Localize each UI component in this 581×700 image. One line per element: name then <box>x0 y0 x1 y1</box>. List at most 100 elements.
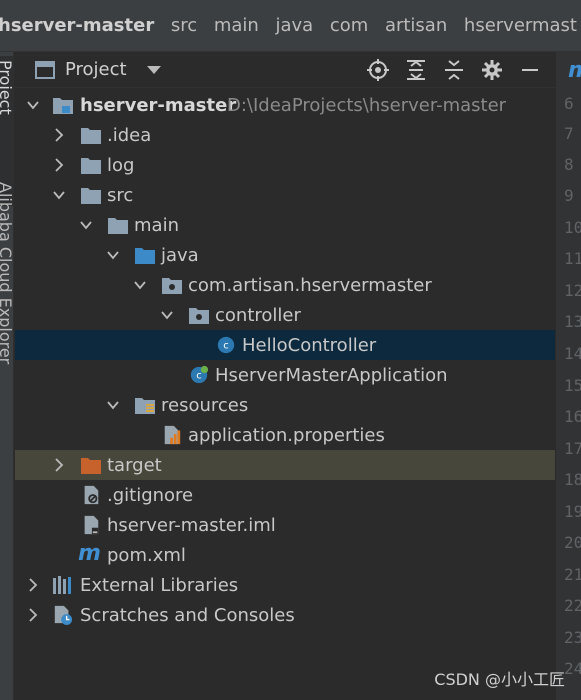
tree-row-main[interactable]: main <box>15 210 555 240</box>
ignore-file-icon <box>84 485 99 505</box>
line-number: 24 <box>564 659 581 678</box>
properties-file-icon <box>164 425 181 445</box>
project-view-selector[interactable]: Project <box>65 59 127 80</box>
tree-label: HelloController <box>242 334 377 356</box>
breadcrumb-item-com[interactable]: com <box>326 15 372 36</box>
folder-icon <box>81 158 101 174</box>
resources-folder-icon <box>135 398 155 414</box>
chevron-down-icon[interactable] <box>161 308 173 322</box>
line-number: 20 <box>564 533 581 552</box>
chevron-down-icon[interactable] <box>107 398 119 412</box>
tree-label: External Libraries <box>80 574 239 596</box>
locate-icon[interactable] <box>365 57 391 83</box>
libraries-icon <box>53 576 71 594</box>
maven-file-tab-icon[interactable]: m <box>568 58 581 83</box>
breadcrumb-label: java <box>275 15 314 36</box>
tree-row-java[interactable]: java <box>15 240 555 270</box>
tree-label: resources <box>161 394 249 416</box>
tree-row-external-libraries[interactable]: External Libraries <box>15 570 555 600</box>
line-number: 10 <box>564 218 581 237</box>
folder-icon <box>108 218 128 234</box>
breadcrumb-item-project[interactable]: hserver-master <box>0 15 158 36</box>
breadcrumb-item-java[interactable]: java <box>271 15 317 36</box>
iml-file-icon <box>84 515 99 535</box>
breadcrumb-label: main <box>213 15 259 36</box>
line-number: 19 <box>564 502 581 521</box>
expand-all-icon[interactable] <box>403 57 429 83</box>
line-number: 6 <box>564 94 574 113</box>
tree-row-controller[interactable]: controller <box>15 300 555 330</box>
tree-row-project-root[interactable]: hserver-master D:\IdeaProjects\hserver-m… <box>15 90 555 120</box>
tree-label: application.properties <box>188 424 385 446</box>
project-window-icon <box>35 60 55 79</box>
tree-row-application-class[interactable]: c HserverMasterApplication <box>15 360 555 390</box>
line-number: 9 <box>564 186 574 205</box>
tree-row-target[interactable]: target <box>15 450 555 480</box>
scratches-icon <box>54 605 73 625</box>
tree-label: controller <box>215 304 301 326</box>
chevron-right-icon[interactable] <box>27 578 39 592</box>
line-number: 23 <box>564 628 581 647</box>
chevron-down-icon[interactable] <box>27 98 39 112</box>
folder-icon <box>81 188 101 204</box>
editor-gutter: m 6 7 8 9 10 11 12 13 14 15 16 17 18 19 … <box>555 52 581 700</box>
tool-window-strip: Project Alibaba Cloud Explorer <box>0 52 14 700</box>
tree-row-log[interactable]: log <box>15 150 555 180</box>
tree-row-idea[interactable]: .idea <box>15 120 555 150</box>
tree-row-src[interactable]: src <box>15 180 555 210</box>
tree-label: .gitignore <box>107 484 194 506</box>
package-icon <box>162 278 182 294</box>
chevron-right-icon <box>453 24 454 27</box>
tool-tab-project-label[interactable]: Project <box>0 60 13 115</box>
chevron-down-icon[interactable] <box>53 188 65 202</box>
svg-text:c: c <box>196 371 202 382</box>
gear-icon[interactable] <box>479 57 505 83</box>
svg-text:c: c <box>223 341 229 352</box>
tree-label: hserver-master.iml <box>107 514 276 536</box>
chevron-down-icon[interactable] <box>134 278 146 292</box>
folder-icon <box>81 128 101 144</box>
breadcrumb-item-src[interactable]: src <box>167 15 201 36</box>
line-number: 7 <box>564 124 574 143</box>
line-number: 15 <box>564 376 581 395</box>
chevron-right-icon <box>319 24 320 27</box>
chevron-right-icon[interactable] <box>53 128 65 142</box>
breadcrumb-label: artisan <box>384 15 448 36</box>
minimize-icon[interactable] <box>517 57 543 83</box>
tree-row-resources[interactable]: resources <box>15 390 555 420</box>
line-number: 21 <box>564 565 581 584</box>
line-number: 13 <box>564 312 581 331</box>
breadcrumb-label: hserver-master <box>0 15 155 36</box>
line-number: 14 <box>564 344 581 363</box>
module-folder-icon <box>53 98 73 114</box>
tool-tab-cloud-explorer-label[interactable]: Alibaba Cloud Explorer <box>0 182 13 364</box>
tree-label: pom.xml <box>107 544 186 566</box>
class-icon: c <box>217 336 235 354</box>
tree-row-package-root[interactable]: com.artisan.hservermaster <box>15 270 555 300</box>
tree-row-iml[interactable]: hserver-master.iml <box>15 510 555 540</box>
excluded-folder-icon <box>81 458 101 474</box>
tree-label: src <box>107 184 134 206</box>
chevron-right-icon[interactable] <box>53 458 65 472</box>
tree-row-pom[interactable]: m pom.xml <box>15 540 555 570</box>
chevron-down-icon[interactable] <box>146 65 161 74</box>
breadcrumb-item-artisan[interactable]: artisan <box>381 15 451 36</box>
line-number: 17 <box>564 439 581 458</box>
panel-toolbar <box>365 52 555 88</box>
breadcrumb-item-hservermaster[interactable]: hservermast <box>460 15 581 36</box>
chevron-right-icon[interactable] <box>27 608 39 622</box>
tree-row-application-properties[interactable]: application.properties <box>15 420 555 450</box>
tree-row-scratches[interactable]: Scratches and Consoles <box>15 600 555 630</box>
breadcrumb-label: hservermast <box>463 15 577 36</box>
breadcrumb-item-main[interactable]: main <box>210 15 263 36</box>
tree-row-gitignore[interactable]: .gitignore <box>15 480 555 510</box>
spring-class-icon: c <box>190 365 209 384</box>
tree-row-hello-controller[interactable]: c HelloController <box>15 330 555 360</box>
tree-label: main <box>134 214 179 236</box>
collapse-all-icon[interactable] <box>441 57 467 83</box>
chevron-down-icon[interactable] <box>107 248 119 262</box>
line-number: 12 <box>564 281 581 300</box>
line-number: 11 <box>564 249 581 268</box>
chevron-down-icon[interactable] <box>80 218 92 232</box>
chevron-right-icon[interactable] <box>53 158 65 172</box>
